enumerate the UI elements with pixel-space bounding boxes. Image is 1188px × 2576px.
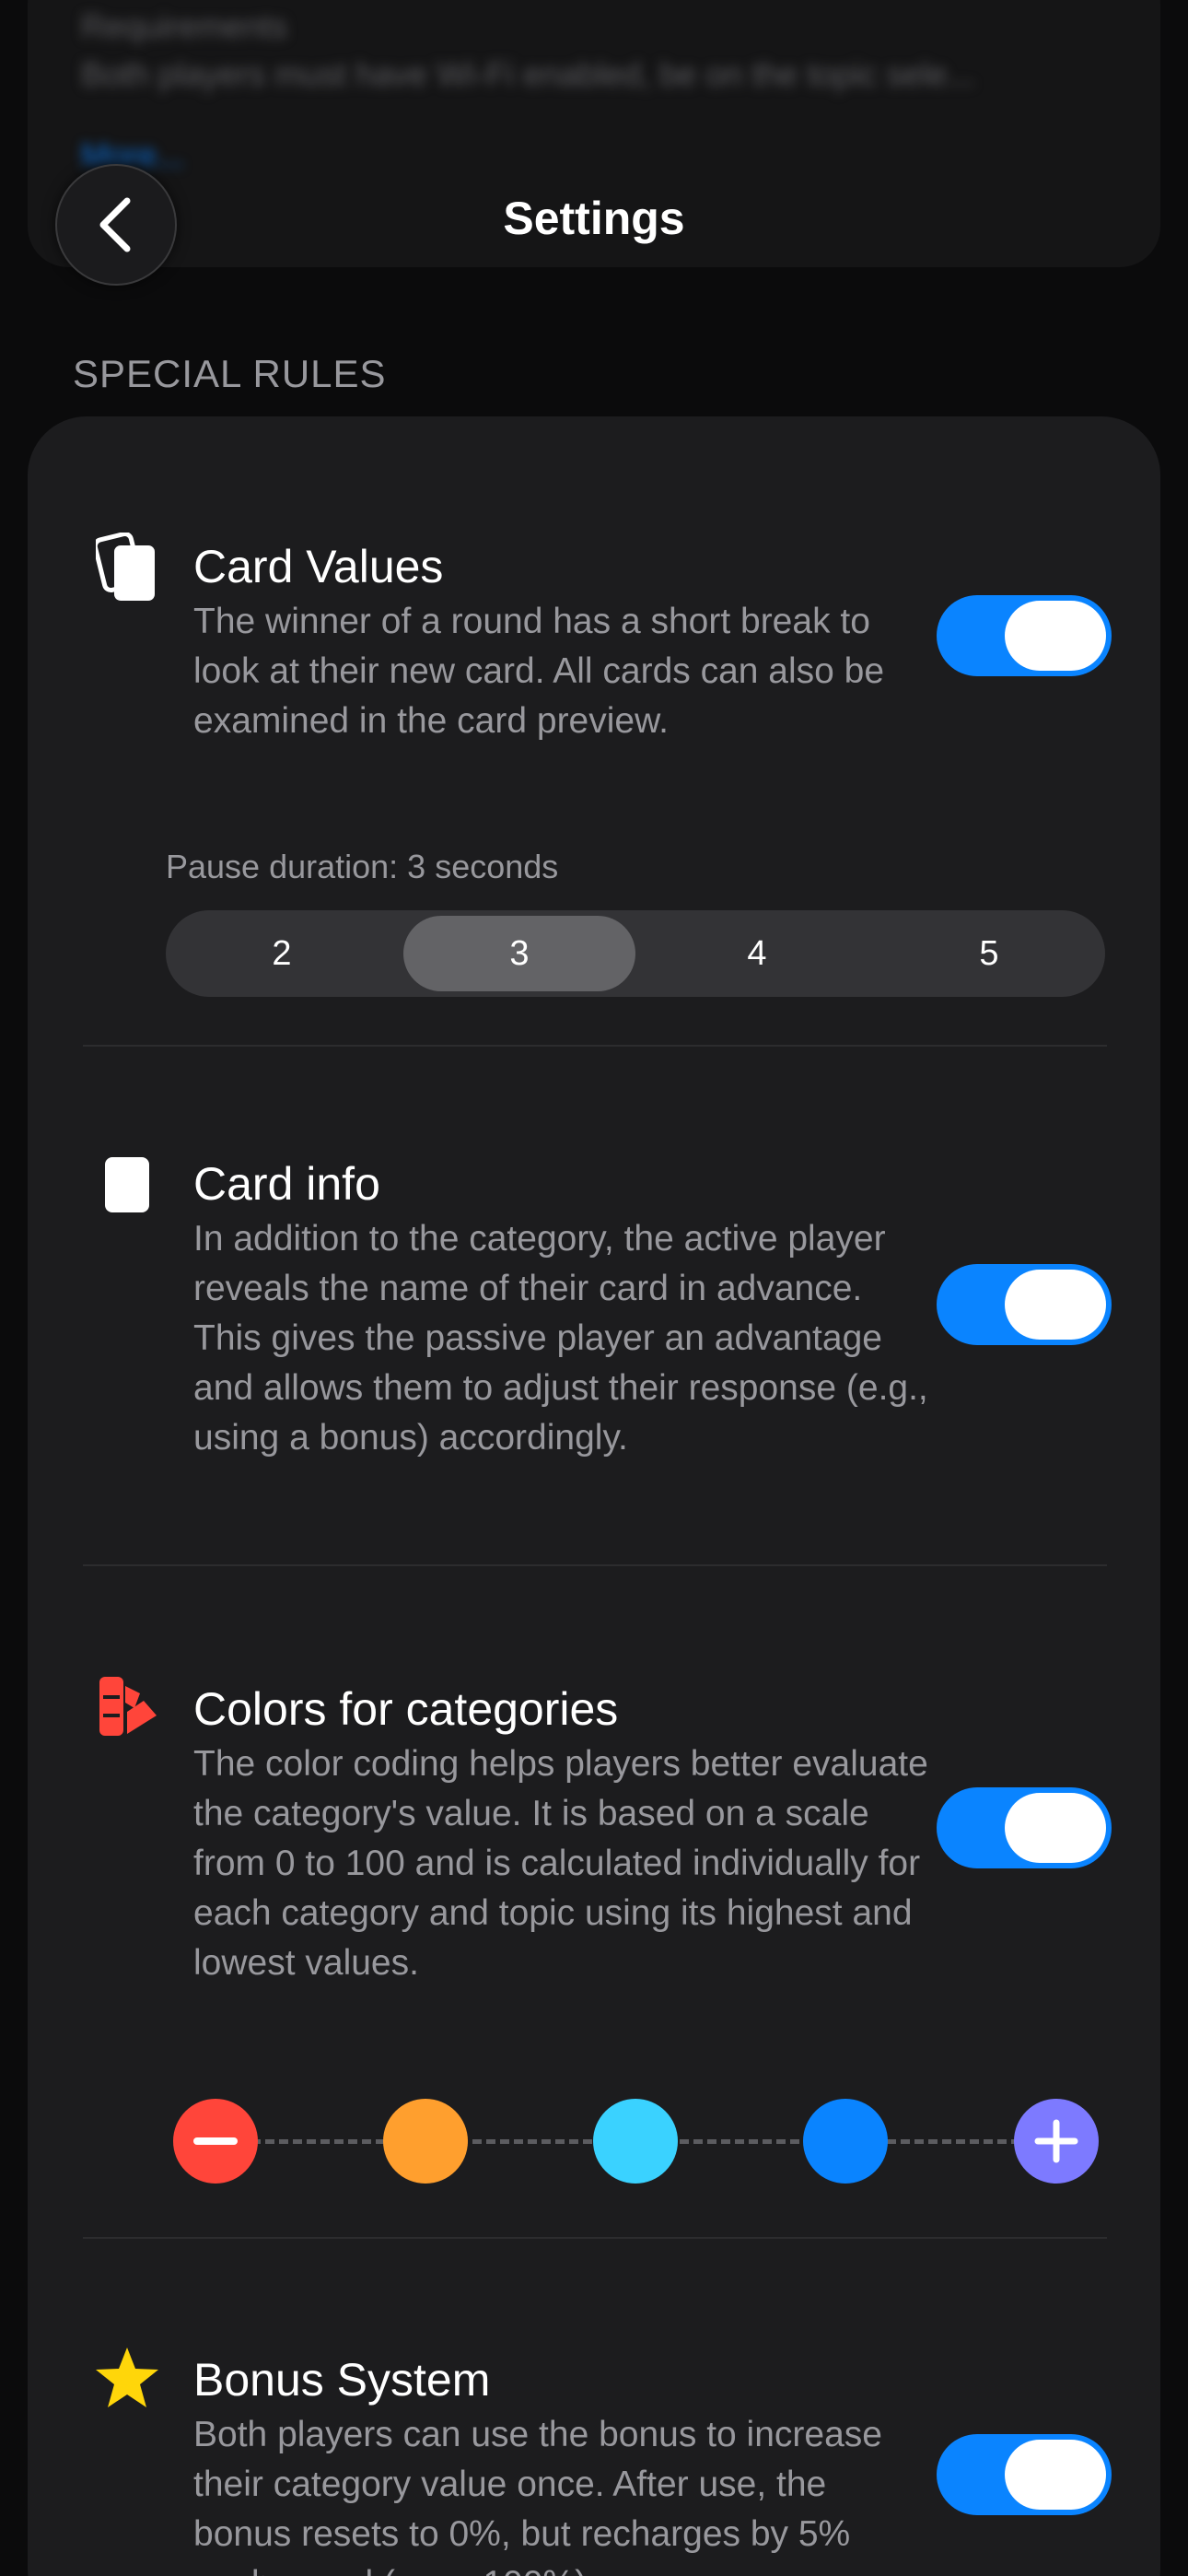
section-header-special-rules: SPECIAL RULES [73,352,387,395]
background-requirements-title: Requirements [81,7,288,45]
card-info-title: Card info [193,1158,380,1210]
divider [83,2237,1107,2239]
color-dot-cyan [593,2099,678,2184]
colors-for-categories-toggle[interactable] [937,1787,1112,1868]
pause-duration-picker: 2 3 4 5 [166,910,1105,997]
pause-duration-label: Pause duration: 3 seconds [166,848,559,885]
card-values-description: The winner of a round has a short break … [193,602,885,741]
plus-dot [1014,2099,1099,2184]
pause-option-5[interactable]: 5 [873,910,1105,997]
color-scale [173,2099,1099,2184]
bonus-system-title: Bonus System [193,2354,491,2406]
minus-dot [173,2099,258,2184]
card-values-toggle[interactable] [937,595,1112,676]
toggle-knob [1005,1270,1106,1340]
toggle-knob [1005,1793,1106,1863]
color-dot-blue [803,2099,888,2184]
divider [83,1045,1107,1047]
page-title: Settings [503,193,685,244]
pause-option-3[interactable]: 3 [403,916,635,991]
toggle-knob [1005,2440,1106,2510]
card-info-toggle[interactable] [937,1264,1112,1345]
card-info-description: In addition to the category, the active … [193,1219,928,1458]
color-swatch-icon [96,1675,160,1744]
settings-screen: Requirements Both players must have Wi-F… [0,0,1188,2576]
bonus-system-description: Both players can use the bonus to increa… [193,2415,882,2576]
divider [83,1564,1107,1566]
minus-icon [193,2137,238,2145]
background-requirements-text: Both players must have Wi-Fi enabled, be… [81,55,975,93]
toggle-knob [1005,601,1106,671]
pause-option-4[interactable]: 4 [641,910,873,997]
color-dot-orange [383,2099,468,2184]
card-values-title: Card Values [193,541,444,592]
cards-stack-icon [92,531,160,609]
star-icon [94,2346,160,2415]
single-card-icon [103,1155,151,1219]
colors-for-categories-title: Colors for categories [193,1683,619,1735]
colors-for-categories-description: The color coding helps players better ev… [193,1744,928,1983]
bonus-system-toggle[interactable] [937,2434,1112,2515]
plus-icon [1034,2119,1078,2163]
pause-option-2[interactable]: 2 [166,910,398,997]
